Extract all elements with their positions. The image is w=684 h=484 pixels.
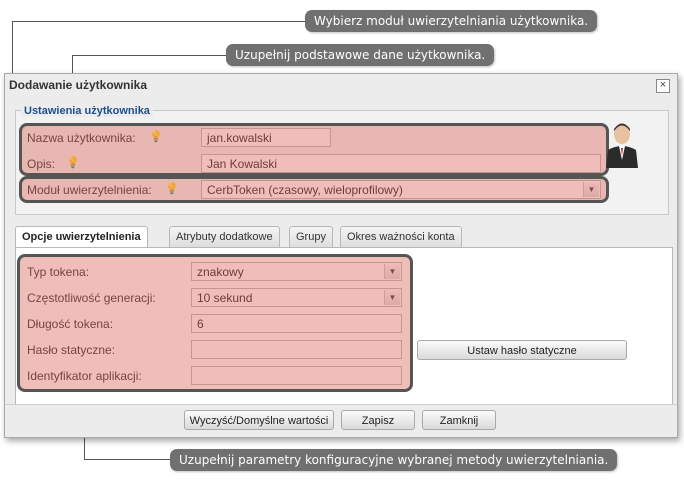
save-button[interactable]: Zapisz [341, 410, 415, 430]
add-user-dialog: Dodawanie użytkownika × Ustawienia użytk… [4, 73, 678, 438]
close-button[interactable]: Zamknij [422, 410, 496, 430]
tab-extra-attributes[interactable]: Atrybuty dodatkowe [169, 226, 280, 247]
user-settings-legend: Ustawienia użytkownika [21, 105, 153, 117]
tab-account-validity[interactable]: Okres ważności konta [340, 226, 462, 247]
tab-auth-options[interactable]: Opcje uwierzytelnienia [15, 226, 148, 248]
connector-line [84, 459, 170, 460]
module-highlight [19, 176, 609, 203]
user-avatar-icon [606, 123, 638, 168]
reset-defaults-button[interactable]: Wyczyść/Domyślne wartości [184, 410, 334, 430]
connector-line [72, 55, 228, 56]
tab-groups[interactable]: Grupy [289, 226, 333, 247]
callout-module: Wybierz moduł uwierzytelniania użytkowni… [305, 10, 598, 32]
auth-params-highlight [17, 254, 413, 392]
connector-line [12, 21, 306, 22]
close-icon[interactable]: × [656, 79, 670, 93]
set-static-password-button[interactable]: Ustaw hasło statyczne [417, 340, 627, 360]
callout-basic-data: Uzupełnij podstawowe dane użytkownika. [226, 44, 495, 66]
dialog-title: Dodawanie użytkownika [9, 78, 148, 92]
basic-data-highlight [19, 123, 609, 176]
callout-auth-params: Uzupełnij parametry konfiguracyjne wybra… [170, 449, 618, 471]
